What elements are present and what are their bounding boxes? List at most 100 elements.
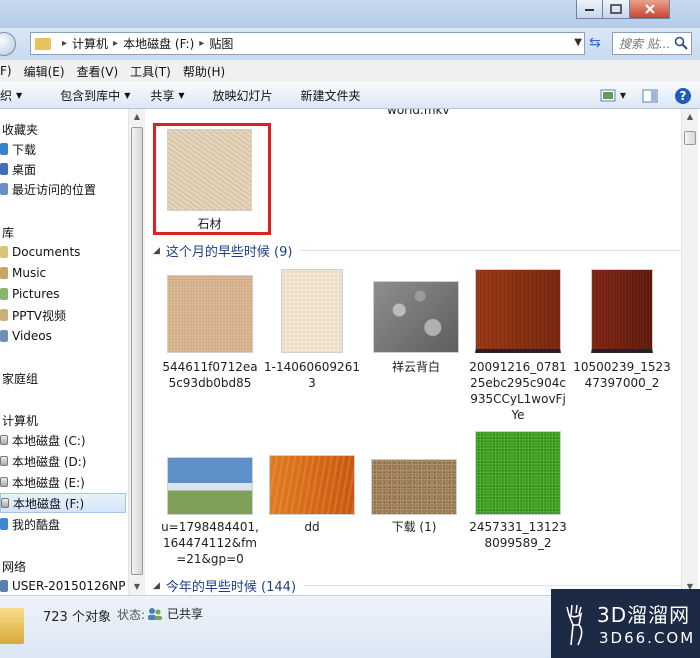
new-folder-button[interactable]: 新建文件夹 bbox=[283, 87, 371, 104]
svg-text:?: ? bbox=[680, 89, 687, 103]
menu-edit[interactable]: 编辑(E) bbox=[18, 63, 71, 80]
nav-pictures[interactable]: Pictures bbox=[0, 284, 60, 304]
state-label: 状态: bbox=[117, 608, 146, 622]
cloud-drive-icon bbox=[0, 518, 8, 530]
drive-icon bbox=[1, 498, 9, 508]
preview-pane-icon bbox=[642, 89, 658, 102]
thumbnail bbox=[475, 269, 561, 353]
maximize-button[interactable] bbox=[603, 0, 630, 19]
thumbnail bbox=[269, 455, 355, 515]
share-state-value: 已共享 bbox=[167, 607, 204, 621]
breadcrumb-folder[interactable]: 贴图 bbox=[209, 35, 233, 52]
nav-desktop-label: 桌面 bbox=[12, 162, 37, 177]
window-controls bbox=[576, 0, 670, 19]
chevron-down-icon: ▼ bbox=[178, 90, 185, 100]
scroll-up-icon[interactable]: ▲ bbox=[682, 109, 698, 125]
organize-label: 织 bbox=[0, 88, 13, 103]
nav-drive-f-label: 本地磁盘 (F:) bbox=[13, 496, 85, 511]
address-dropdown-icon[interactable]: ▼ bbox=[574, 37, 582, 48]
breadcrumb-drive-f[interactable]: 本地磁盘 (F:) bbox=[123, 35, 194, 52]
folder-icon bbox=[0, 309, 8, 321]
nav-music[interactable]: Music bbox=[0, 263, 46, 283]
menu-help[interactable]: 帮助(H) bbox=[177, 63, 231, 80]
chevron-right-icon[interactable]: ▸ bbox=[113, 38, 118, 49]
thumbnail bbox=[167, 457, 253, 515]
navigation-scrollbar[interactable]: ▲ ▼ bbox=[128, 109, 145, 595]
include-in-library-label: 包含到库中 bbox=[60, 88, 121, 103]
menu-file[interactable]: F) bbox=[0, 64, 18, 78]
nav-homegroup[interactable]: 家庭组 bbox=[2, 368, 38, 388]
nav-favorites-label: 收藏夹 bbox=[2, 122, 39, 137]
group-header-label: 今年的早些时候 (144) bbox=[165, 580, 297, 595]
nav-recent-places[interactable]: 最近访问的位置 bbox=[0, 179, 96, 199]
nav-drive-c[interactable]: 本地磁盘 (C:) bbox=[0, 430, 86, 450]
nav-kupan[interactable]: 我的酷盘 bbox=[0, 514, 60, 534]
collapse-icon: ◢ bbox=[153, 580, 160, 591]
command-bar: 织 ▼ 包含到库中 ▼ 共享 ▼ 放映幻灯片 新建文件夹 ▼ ? bbox=[0, 82, 700, 109]
nav-downloads[interactable]: 下载 bbox=[0, 139, 36, 159]
nav-drive-d[interactable]: 本地磁盘 (D:) bbox=[0, 451, 86, 471]
content-scrollbar[interactable]: ▲ ▼ bbox=[681, 109, 698, 595]
address-bar[interactable]: ▸ 计算机 ▸ 本地磁盘 (F:) ▸ 贴图 ▼ bbox=[30, 32, 585, 55]
folder-icon bbox=[35, 37, 51, 50]
scroll-thumb[interactable] bbox=[684, 131, 696, 145]
divider bbox=[300, 250, 681, 251]
download-icon bbox=[0, 143, 8, 155]
help-icon: ? bbox=[675, 87, 691, 104]
drive-icon bbox=[0, 456, 8, 466]
close-button[interactable] bbox=[630, 0, 670, 19]
nav-desktop[interactable]: 桌面 bbox=[0, 159, 36, 179]
divider bbox=[304, 585, 681, 586]
drive-icon bbox=[0, 477, 8, 487]
slideshow-button[interactable]: 放映幻灯片 bbox=[195, 87, 283, 104]
nav-computer[interactable]: 计算机 bbox=[2, 410, 38, 430]
preview-pane-button[interactable] bbox=[642, 89, 658, 103]
file-name: 20091216_078125ebc295c904c935CCyL1wovFjY… bbox=[469, 360, 567, 422]
back-button[interactable] bbox=[0, 32, 16, 56]
nav-drive-e[interactable]: 本地磁盘 (E:) bbox=[0, 472, 85, 492]
nav-drive-f[interactable]: 本地磁盘 (F:) bbox=[0, 493, 126, 513]
nav-drive-e-label: 本地磁盘 (E:) bbox=[12, 475, 85, 490]
nav-pptv-videos-label: PPTV视频 bbox=[12, 308, 67, 323]
file-name: 祥云背白 bbox=[391, 360, 440, 374]
nav-network-pc[interactable]: USER-20150126NP bbox=[0, 576, 125, 596]
include-in-library-button[interactable]: 包含到库中 ▼ bbox=[32, 87, 140, 104]
collapse-icon: ◢ bbox=[153, 245, 160, 256]
view-options-button[interactable]: ▼ bbox=[600, 89, 626, 102]
menu-tools[interactable]: 工具(T) bbox=[124, 63, 177, 80]
chevron-right-icon[interactable]: ▸ bbox=[62, 38, 67, 49]
group-header-this-month[interactable]: ◢ 这个月的早些时候 (9) bbox=[153, 241, 681, 260]
navigation-pane: 收藏夹 下载 桌面 最近访问的位置 库 Documents Music Pict… bbox=[0, 109, 128, 595]
chevron-right-icon[interactable]: ▸ bbox=[199, 38, 204, 49]
file-list: world.mkv 石材 ◢ 这个月的早些时候 (9) 544611f0712e… bbox=[145, 109, 681, 595]
scroll-up-icon[interactable]: ▲ bbox=[129, 109, 145, 125]
group-header-label: 这个月的早些时候 (9) bbox=[165, 245, 293, 260]
file-name: 2457331_131238099589_2 bbox=[469, 520, 567, 550]
nav-documents[interactable]: Documents bbox=[0, 242, 80, 262]
scroll-down-icon[interactable]: ▼ bbox=[129, 579, 145, 595]
minimize-button[interactable] bbox=[576, 0, 603, 19]
site-watermark: 3D溜溜网 3D66.COM bbox=[551, 589, 700, 658]
breadcrumb-computer[interactable]: 计算机 bbox=[72, 35, 108, 52]
search-input[interactable] bbox=[619, 36, 675, 51]
file-name: dd bbox=[304, 520, 320, 534]
refresh-icon[interactable]: ⇆ bbox=[589, 35, 605, 51]
help-button[interactable]: ? bbox=[674, 87, 692, 105]
nav-libraries[interactable]: 库 bbox=[2, 222, 14, 242]
nav-favorites[interactable]: 收藏夹 bbox=[2, 119, 38, 139]
nav-network[interactable]: 网络 bbox=[2, 556, 26, 576]
scroll-thumb[interactable] bbox=[131, 127, 143, 575]
nav-videos[interactable]: Videos bbox=[0, 326, 52, 346]
thumbnail bbox=[371, 459, 457, 515]
menu-view[interactable]: 查看(V) bbox=[71, 63, 125, 80]
nav-recent-places-label: 最近访问的位置 bbox=[12, 182, 97, 197]
item-count: 723 个对象 bbox=[43, 610, 111, 625]
chevron-down-icon: ▼ bbox=[16, 90, 23, 100]
search-icon[interactable] bbox=[674, 36, 688, 50]
organize-button[interactable]: 织 ▼ bbox=[0, 87, 32, 104]
nav-network-pc-label: USER-20150126NP bbox=[12, 579, 126, 593]
search-box[interactable] bbox=[612, 32, 692, 55]
share-button[interactable]: 共享 ▼ bbox=[140, 87, 194, 104]
desktop-icon bbox=[0, 163, 8, 175]
nav-pptv-videos[interactable]: PPTV视频 bbox=[0, 305, 66, 325]
